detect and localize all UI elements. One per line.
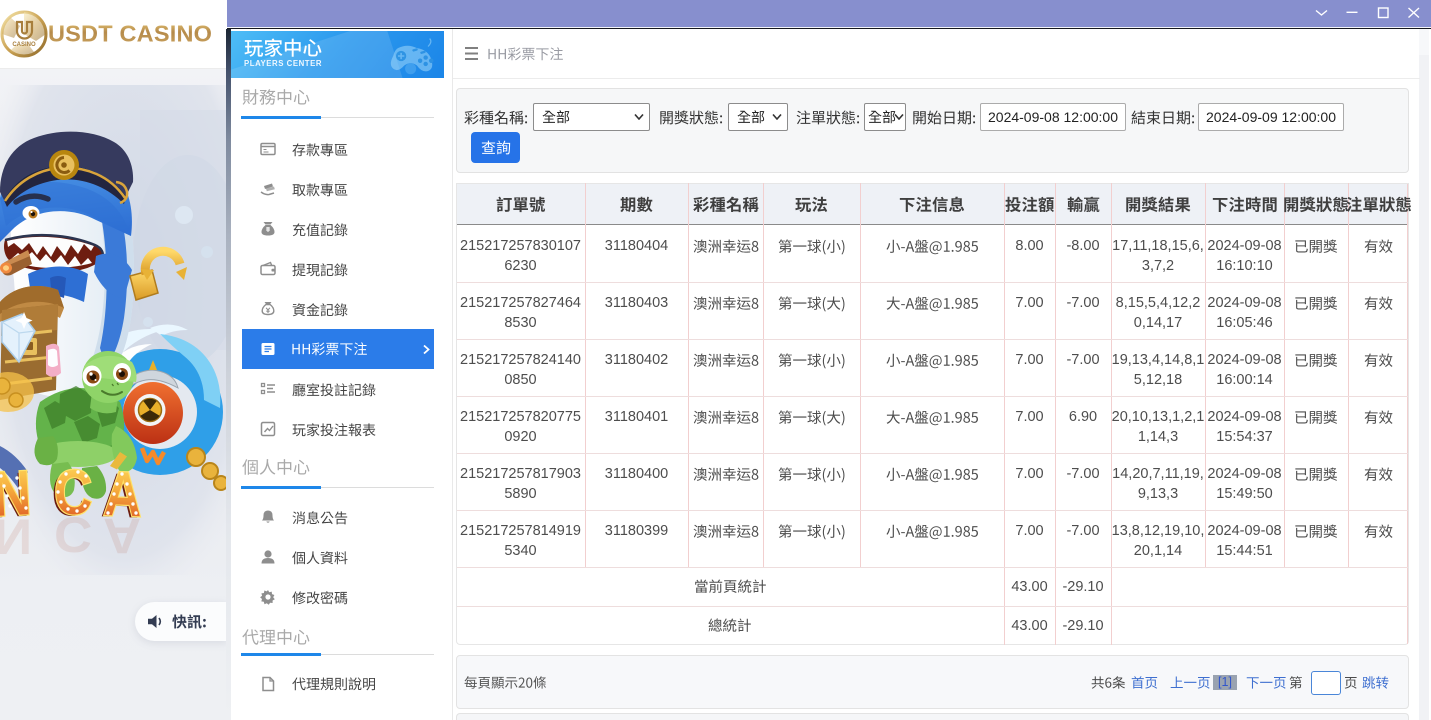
svg-text:N: N <box>0 509 32 566</box>
svg-text:A: A <box>103 508 141 565</box>
svg-text:CASINO: CASINO <box>12 42 36 48</box>
svg-text:USDT CASINO: USDT CASINO <box>48 21 212 47</box>
svg-text:C: C <box>54 507 92 564</box>
